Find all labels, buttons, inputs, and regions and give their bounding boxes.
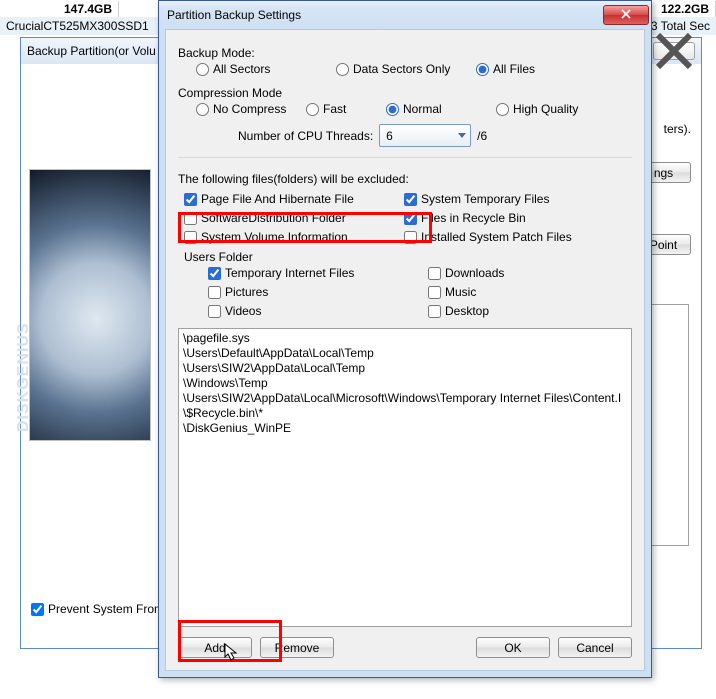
check-temp-ie[interactable]: Temporary Internet Files [208,266,428,280]
backup-mode-label: Backup Mode: [178,46,632,60]
cpu-threads-label: Number of CPU Threads: [238,129,373,143]
hdd-brand-label: DISKGENIUS [15,322,33,432]
bg-size1: 147.4GB [0,1,119,17]
chevron-down-icon [458,133,466,138]
close-button[interactable] [603,5,649,25]
highlight-box-add-button [178,620,282,662]
bg-drive-label: CrucialCT525MX300SSD1 [0,18,155,34]
radio-fast[interactable]: Fast [306,102,386,116]
check-desktop[interactable]: Desktop [428,304,648,318]
check-videos[interactable]: Videos [208,304,428,318]
partition-backup-settings-dialog: Partition Backup Settings Backup Mode: A… [158,0,652,678]
check-downloads[interactable]: Downloads [428,266,648,280]
back-close-button[interactable] [653,42,695,60]
radio-all-files[interactable]: All Files [476,62,616,76]
check-patch[interactable]: Installed System Patch Files [404,230,624,244]
dialog-titlebar[interactable]: Partition Backup Settings [159,1,651,29]
hdd-image: DISKGENIUS [29,169,151,441]
prevent-checkbox[interactable]: Prevent System From [31,602,164,616]
check-system-temp[interactable]: System Temporary Files [404,192,624,206]
close-icon [621,8,631,22]
exclude-label: The following files(folders) will be exc… [178,172,632,186]
check-pictures[interactable]: Pictures [208,285,428,299]
separator [178,157,632,158]
radio-high-quality[interactable]: High Quality [496,102,606,116]
check-softdist[interactable]: SoftwareDistribution Folder [184,211,404,225]
back-window-title: Backup Partition(or Volu [27,44,156,58]
exclude-list[interactable]: \pagefile.sys \Users\Default\AppData\Loc… [178,328,632,627]
check-pagefile[interactable]: Page File And Hibernate File [184,192,404,206]
radio-all-sectors[interactable]: All Sectors [196,62,336,76]
ok-button[interactable]: OK [476,637,550,658]
cpu-threads-select[interactable]: 6 [379,124,471,147]
radio-data-sectors[interactable]: Data Sectors Only [336,62,476,76]
radio-normal[interactable]: Normal [386,102,496,116]
back-text-ters: ters). [664,122,691,136]
check-recycle[interactable]: Files in Recycle Bin [404,211,624,225]
users-folder-label: Users Folder [184,250,632,264]
cancel-button[interactable]: Cancel [558,637,632,658]
cpu-threads-value: 6 [386,129,393,143]
prevent-checkbox-input[interactable] [31,603,44,616]
compression-mode-label: Compression Mode [178,86,632,100]
check-music[interactable]: Music [428,285,648,299]
cpu-total: /6 [477,129,487,143]
radio-no-compress[interactable]: No Compress [196,102,306,116]
prevent-label: Prevent System From [48,602,164,616]
check-sysvol[interactable]: System Volume Information [184,230,404,244]
dialog-title: Partition Backup Settings [167,8,301,22]
